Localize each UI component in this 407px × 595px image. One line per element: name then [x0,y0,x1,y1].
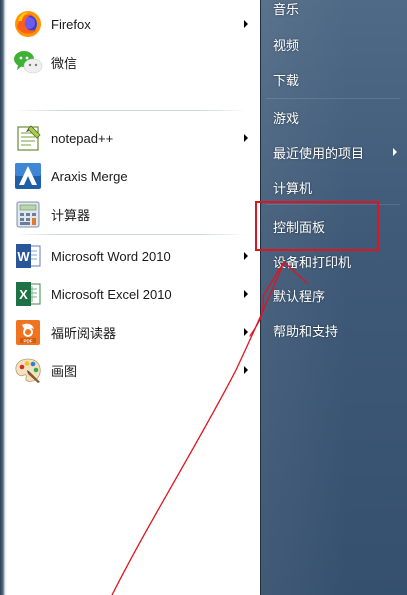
place-item-games[interactable]: 游戏 [273,103,401,131]
places-separator [266,204,400,205]
svg-text:W: W [17,249,30,264]
place-label: 计算机 [273,180,313,196]
araxis-merge-icon [12,160,44,192]
pane-edge [0,0,7,595]
program-item-wechat[interactable]: 微信 [8,44,252,80]
place-item-default-programs[interactable]: 默认程序 [273,281,401,309]
program-label: Microsoft Word 2010 [51,248,171,264]
place-item-control-panel[interactable]: 控制面板 [273,212,401,240]
place-label: 默认程序 [273,288,326,304]
submenu-arrow-icon [244,134,248,142]
submenu-arrow-icon [393,148,397,156]
start-menu: Firefox 微信 notepad++ Araxis Merge 计算器 W … [0,0,407,595]
programs-separator [14,234,246,235]
place-label: 帮助和支持 [273,323,339,339]
submenu-arrow-icon [244,328,248,336]
foxit-reader-icon: PDF [12,316,44,348]
excel-icon: X [12,278,44,310]
paint-icon [12,354,44,386]
place-item-computer[interactable]: 计算机 [273,173,401,201]
word-icon: W [12,240,44,272]
program-label: Firefox [51,16,91,32]
program-item-araxis-merge[interactable]: Araxis Merge [8,158,252,194]
program-item-paint[interactable]: 画图 [8,352,252,388]
place-item-downloads[interactable]: 下载 [273,65,401,93]
program-label: Microsoft Excel 2010 [51,286,172,302]
submenu-arrow-icon [244,366,248,374]
submenu-arrow-icon [244,252,248,260]
program-item-word[interactable]: W Microsoft Word 2010 [8,238,252,274]
place-label: 最近使用的项目 [273,145,365,161]
place-label: 设备和打印机 [273,254,352,270]
place-label: 控制面板 [273,219,326,235]
wechat-icon [12,46,44,78]
program-label: 微信 [51,55,78,71]
place-item-recent-items[interactable]: 最近使用的项目 [273,138,397,166]
program-item-calculator[interactable]: 计算器 [8,196,252,232]
firefox-icon [12,8,44,40]
program-item-foxit-reader[interactable]: PDF 福昕阅读器 [8,314,252,350]
place-item-help-and-support[interactable]: 帮助和支持 [273,316,401,344]
places-separator [266,98,400,99]
place-item-videos[interactable]: 视频 [273,30,401,58]
submenu-arrow-icon [244,20,248,28]
program-item-notepad-plus-plus[interactable]: notepad++ [8,120,252,156]
svg-text:PDF: PDF [24,338,33,343]
place-label: 游戏 [273,110,300,126]
program-item-firefox[interactable]: Firefox [8,6,252,42]
place-label: 下载 [273,72,300,88]
svg-text:X: X [19,287,28,302]
programs-separator [14,110,246,111]
calculator-icon [12,198,44,230]
program-label: 福昕阅读器 [51,325,117,341]
program-label: Araxis Merge [51,168,128,184]
program-label: 画图 [51,363,78,379]
place-label: 音乐 [273,1,300,17]
place-item-devices-and-printers[interactable]: 设备和打印机 [273,247,401,275]
program-label: notepad++ [51,130,114,146]
program-item-excel[interactable]: X Microsoft Excel 2010 [8,276,252,312]
program-label: 计算器 [51,207,91,223]
submenu-arrow-icon [244,290,248,298]
notepad-plus-plus-icon [12,122,44,154]
programs-pane: Firefox 微信 notepad++ Araxis Merge 计算器 W … [0,0,260,595]
place-item-music[interactable]: 音乐 [273,0,401,22]
place-label: 视频 [273,37,300,53]
